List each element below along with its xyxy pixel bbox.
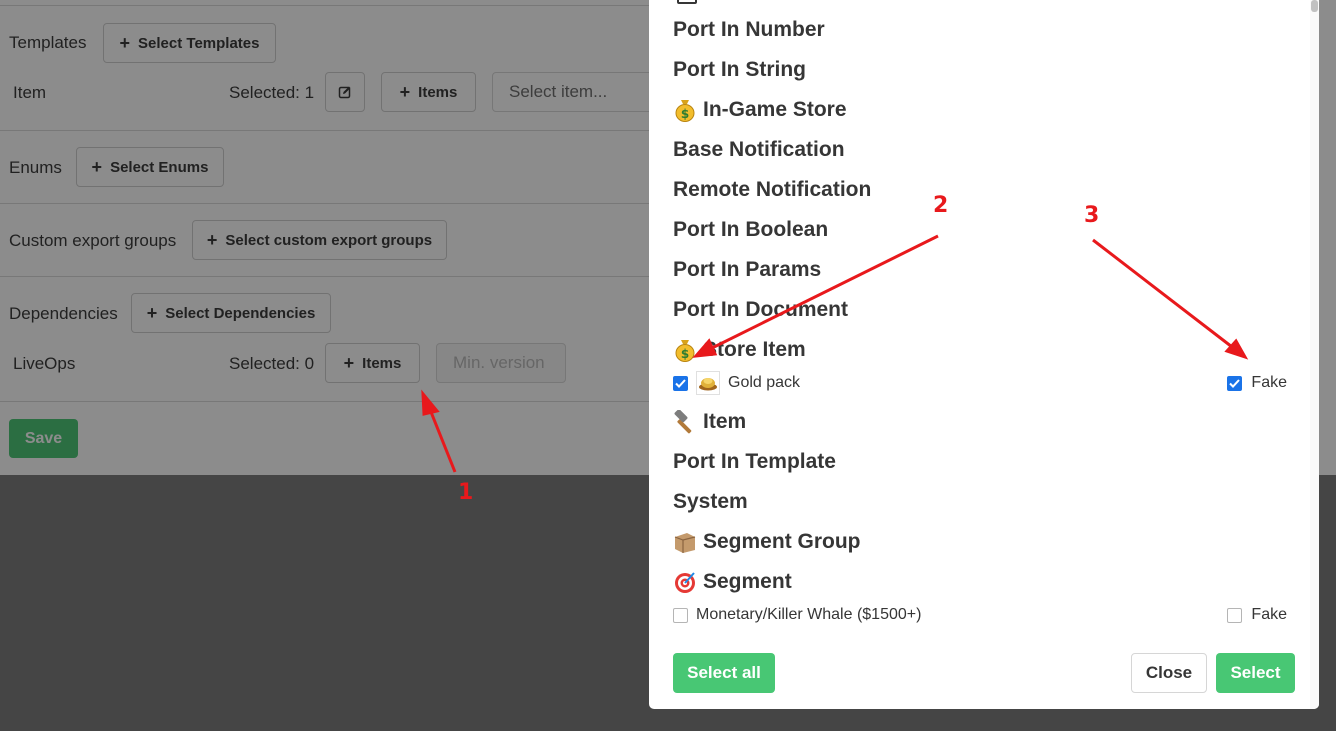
group-in-game-store: $ In-Game Store xyxy=(673,98,847,122)
group-segment-group: Segment Group xyxy=(673,530,861,554)
svg-text:$: $ xyxy=(681,107,689,121)
annotation-number-2: 2 xyxy=(933,193,949,218)
group-item: Item xyxy=(673,410,746,434)
group-port-in-template: Port In Template xyxy=(673,450,836,473)
svg-text:$: $ xyxy=(681,347,689,361)
group-port-in-number: Port In Number xyxy=(673,18,825,41)
check-icon xyxy=(675,378,686,388)
killer-whale-checkbox[interactable] xyxy=(673,607,688,623)
gold-pack-checkbox[interactable] xyxy=(673,375,688,391)
box-icon xyxy=(673,530,697,554)
group-port-in-document: Port In Document xyxy=(673,298,849,321)
select-items-modal: Port In Number Port In String $ In-Game … xyxy=(649,0,1319,709)
modal-scrollbar[interactable] xyxy=(1310,0,1319,709)
gold-pack-fake-option: Fake xyxy=(1227,374,1287,392)
scrollbar-thumb[interactable] xyxy=(1311,0,1318,12)
close-button[interactable]: Close xyxy=(1131,653,1207,693)
killer-whale-fake-option: Fake xyxy=(1227,606,1287,624)
group-base-notification: Base Notification xyxy=(673,138,845,161)
money-bag-icon: $ xyxy=(673,338,697,362)
group-port-in-params: Port In Params xyxy=(673,258,822,281)
select-button[interactable]: Select xyxy=(1216,653,1295,693)
group-system: System xyxy=(673,490,748,513)
group-port-in-string: Port In String xyxy=(673,58,806,81)
group-port-in-boolean: Port In Boolean xyxy=(673,218,829,241)
annotation-number-3: 3 xyxy=(1084,203,1100,228)
document-icon xyxy=(677,0,697,4)
hammer-icon xyxy=(673,410,697,434)
money-bag-icon: $ xyxy=(673,98,697,122)
group-store-item: $ Store Item xyxy=(673,338,806,362)
group-remote-notification: Remote Notification xyxy=(673,178,872,201)
gold-pack-fake-checkbox[interactable] xyxy=(1227,375,1243,391)
check-icon xyxy=(1229,378,1241,388)
gold-pack-icon xyxy=(696,371,720,395)
list-item-gold-pack: Gold pack Fake xyxy=(673,371,1287,395)
select-all-button[interactable]: Select all xyxy=(673,653,775,693)
killer-whale-fake-checkbox[interactable] xyxy=(1227,607,1243,623)
target-icon xyxy=(673,570,697,594)
annotation-number-1: 1 xyxy=(458,480,474,505)
list-item-killer-whale: Monetary/Killer Whale ($1500+) Fake xyxy=(673,603,1287,627)
group-segment: Segment xyxy=(673,570,792,594)
